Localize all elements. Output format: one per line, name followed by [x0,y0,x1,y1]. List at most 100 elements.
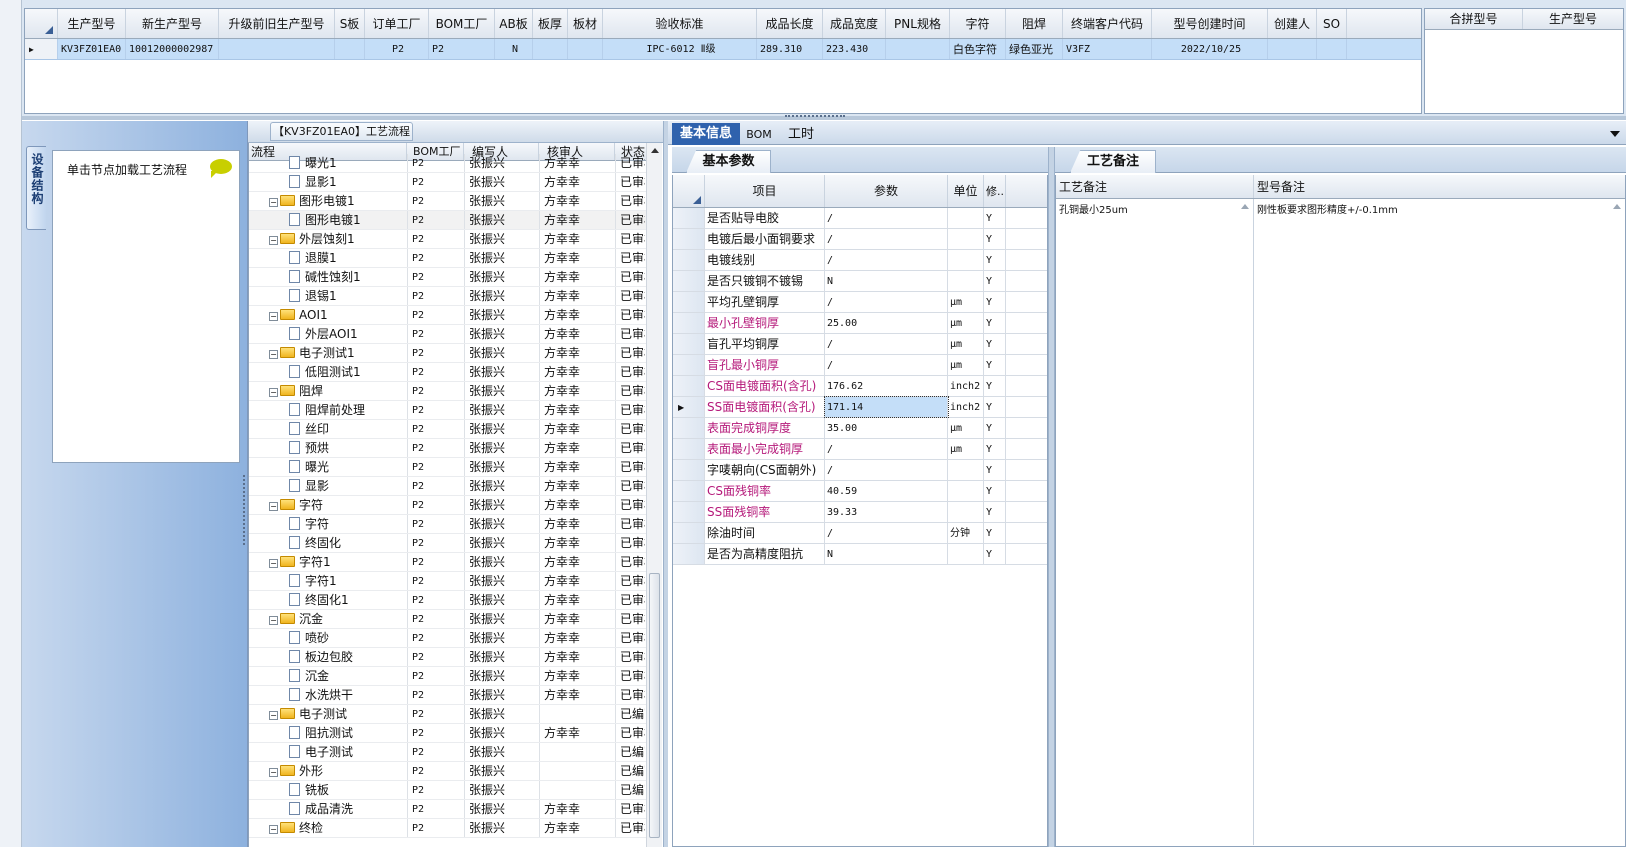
tree-cell-reviewer[interactable] [539,705,615,723]
tree-row[interactable]: − AOI1 P2张振兴方幸幸已审核 [249,306,662,325]
col-header-18[interactable]: SO [1317,9,1347,38]
tree-cell-flow[interactable]: 电子测试 [249,743,407,761]
tree-cell-reviewer[interactable]: 方幸幸 [539,800,615,818]
param-row[interactable]: 表面最小完成铜厚 / μm Y [673,439,1047,460]
tree-cell-reviewer[interactable]: 方幸幸 [539,420,615,438]
tree-cell-status[interactable]: 已审核 [615,686,645,704]
tree-row[interactable]: − 终检 P2张振兴方幸幸已审核 [249,819,662,838]
param-cell-unit[interactable] [948,229,984,249]
collapse-icon[interactable]: − [269,388,278,397]
tree-cell-bom[interactable]: P2 [407,249,464,267]
tree-cell-status[interactable]: 已审核 [615,458,645,476]
cell-13[interactable]: 白色字符 [950,39,1006,59]
param-cell-unit[interactable] [948,250,984,270]
tree-cell-writer[interactable]: 张振兴 [464,629,539,647]
tree-cell-bom[interactable]: P2 [407,724,464,742]
tree-row[interactable]: 水洗烘干 P2张振兴方幸幸已审核 [249,686,662,705]
tree-cell-writer[interactable]: 张振兴 [464,686,539,704]
tree-cell-writer[interactable]: 张振兴 [464,800,539,818]
tree-row[interactable]: 阻抗测试 P2张振兴方幸幸已审核 [249,724,662,743]
process-note-cell[interactable]: 孔铜最小25um [1056,199,1254,845]
tree-cell-writer[interactable]: 张振兴 [464,743,539,761]
tree-cell-bom[interactable]: P2 [407,629,464,647]
tree-cell-writer[interactable]: 张振兴 [464,230,539,248]
tree-cell-flow[interactable]: 铣板 [249,781,407,799]
tree-cell-status[interactable]: 已审核 [615,249,645,267]
tree-cell-flow[interactable]: − 外层蚀刻1 [249,230,407,248]
param-row[interactable]: CS面残铜率 40.59 Y [673,481,1047,502]
tree-cell-writer[interactable]: 张振兴 [464,344,539,362]
tree-cell-flow[interactable]: 成品清洗 [249,800,407,818]
collapse-icon[interactable]: − [269,768,278,777]
tree-cell-bom[interactable]: P2 [407,781,464,799]
tree-cell-status[interactable]: 已审核 [615,534,645,552]
tree-cell-flow[interactable]: 板边包胶 [249,648,407,666]
tree-row[interactable]: 终固化 P2张振兴方幸幸已审核 [249,534,662,553]
tree-cell-writer[interactable]: 张振兴 [464,192,539,210]
tree-cell-bom[interactable]: P2 [407,325,464,343]
param-cell-unit[interactable] [948,481,984,501]
tree-cell-writer[interactable]: 张振兴 [464,458,539,476]
bp-col-unit[interactable]: 单位 [948,175,984,207]
tree-cell-bom[interactable]: P2 [407,173,464,191]
tree-cell-status[interactable]: 已审核 [615,572,645,590]
process-note-scroll-up-icon[interactable] [1241,204,1249,209]
tree-cell-reviewer[interactable]: 方幸幸 [539,249,615,267]
col-header-9[interactable]: 验收标准 [603,9,757,38]
param-cell-item[interactable]: 除油时间 [705,523,825,543]
param-cell-unit[interactable] [948,544,984,564]
tree-cell-reviewer[interactable]: 方幸幸 [539,363,615,381]
tree-cell-reviewer[interactable]: 方幸幸 [539,553,615,571]
collapse-icon[interactable]: − [269,711,278,720]
param-cell-unit[interactable]: μm [948,292,984,312]
param-cell-unit[interactable] [948,502,984,522]
param-cell-param[interactable]: / [825,229,948,249]
mid-splitter[interactable] [1048,147,1055,847]
tree-cell-bom[interactable]: P2 [407,743,464,761]
tree-cell-bom[interactable]: P2 [407,705,464,723]
param-cell-mod[interactable]: Y [984,523,1006,543]
tree-cell-flow[interactable]: − 外形 [249,762,407,780]
param-cell-item[interactable]: 盲孔最小铜厚 [705,355,825,375]
tree-cell-status[interactable]: 已审核 [615,211,645,229]
tree-cell-reviewer[interactable]: 方幸幸 [539,458,615,476]
scroll-thumb[interactable] [649,573,660,838]
tree-row[interactable]: 铣板 P2张振兴 已编写 [249,781,662,800]
tree-cell-status[interactable]: 已审核 [615,344,645,362]
param-row[interactable]: 是否贴导电胶 / Y [673,208,1047,229]
param-row[interactable]: ▶ SS面电镀面积(含孔) 171.14 inch2 Y [673,396,1047,418]
cell-5[interactable]: P2 [429,39,495,59]
cell-16[interactable]: 2022/10/25 [1152,39,1268,59]
param-row[interactable]: 字唛朝向(CS面朝外) / Y [673,460,1047,481]
tree-cell-status[interactable]: 已审核 [615,192,645,210]
param-cell-mod[interactable]: Y [984,481,1006,501]
tree-cell-bom[interactable]: P2 [407,477,464,495]
cell-18[interactable] [1317,39,1347,59]
tree-row[interactable]: 图形电镀1 P2张振兴方幸幸已审核 [249,211,662,230]
tree-cell-reviewer[interactable]: 方幸幸 [539,572,615,590]
load-hint-label[interactable]: 单击节点加载工艺流程 [67,161,187,178]
param-cell-mod[interactable]: Y [984,355,1006,375]
tree-row[interactable]: − 电子测试 P2张振兴 已编写 [249,705,662,724]
col-header-0[interactable]: 生产型号 [58,9,126,38]
tree-row[interactable]: − 字符1 P2张振兴方幸幸已审核 [249,553,662,572]
param-cell-mod[interactable]: Y [984,397,1006,417]
param-cell-item[interactable]: SS面电镀面积(含孔) [705,397,825,417]
col-header-16[interactable]: 型号创建时间 [1152,9,1268,38]
tree-cell-flow[interactable]: − 字符 [249,496,407,514]
param-cell-unit[interactable]: μm [948,418,984,438]
param-cell-mod[interactable]: Y [984,502,1006,522]
scroll-up-arrow-icon[interactable] [650,148,659,153]
tree-cell-writer[interactable]: 张振兴 [464,610,539,628]
tree-cell-flow[interactable]: − 终检 [249,819,407,837]
param-cell-param[interactable]: N [825,271,948,291]
tree-cell-status[interactable]: 已审核 [615,420,645,438]
tree-row[interactable]: 板边包胶 P2张振兴方幸幸已审核 [249,648,662,667]
collapse-icon[interactable]: − [269,616,278,625]
tree-cell-bom[interactable]: P2 [407,515,464,533]
tree-cell-bom[interactable]: P2 [407,496,464,514]
tree-cell-status[interactable]: 已审核 [615,439,645,457]
tree-cell-writer[interactable]: 张振兴 [464,819,539,837]
param-cell-mod[interactable]: Y [984,439,1006,459]
tree-cell-status[interactable]: 已审核 [615,515,645,533]
